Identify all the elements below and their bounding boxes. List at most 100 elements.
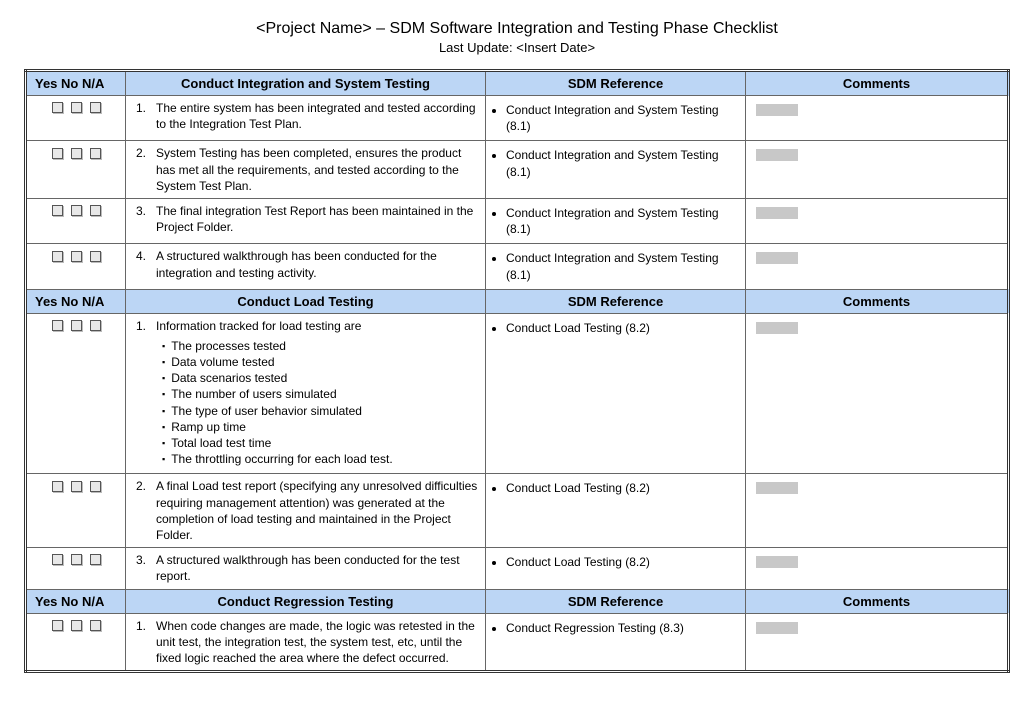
task-subitem: The number of users simulated [162,386,479,402]
table-row: 1.When code changes are made, the logic … [26,613,1009,672]
table-row: 3. The final integration Test Report has … [26,198,1009,243]
na-checkbox[interactable] [90,481,101,492]
yes-checkbox[interactable] [52,205,63,216]
comment-placeholder [756,322,798,334]
comment-placeholder [756,556,798,568]
task-text: Information tracked for load testing are… [156,318,479,470]
table-row: 1. The entire system has been integrated … [26,96,1009,141]
comment-placeholder [756,207,798,219]
yes-checkbox[interactable] [52,148,63,159]
task-number: 3. [132,203,146,235]
yes-checkbox[interactable] [52,320,63,331]
comments-cell[interactable] [746,244,1009,289]
no-checkbox[interactable] [71,251,82,262]
comments-cell[interactable] [746,141,1009,199]
comments-cell[interactable] [746,96,1009,141]
comments-cell[interactable] [746,474,1009,548]
task-cell: 3.A structured walkthrough has been cond… [126,548,486,589]
comments-cell[interactable] [746,548,1009,589]
yes-no-na-cell [26,96,126,141]
task-subitem: Data volume tested [162,354,479,370]
no-checkbox[interactable] [71,620,82,631]
task-cell: 1.When code changes are made, the logic … [126,613,486,672]
task-number: 4. [132,248,146,280]
table-row: 1.Information tracked for load testing a… [26,313,1009,474]
task-cell: 1.Information tracked for load testing a… [126,313,486,474]
reference-item: Conduct Load Testing (8.2) [506,320,739,336]
reference-item: Conduct Load Testing (8.2) [506,480,739,496]
col-header-comments: Comments [746,589,1009,613]
no-checkbox[interactable] [71,148,82,159]
col-header-task: Conduct Integration and System Testing [126,71,486,96]
task-number: 3. [132,552,146,584]
comment-placeholder [756,482,798,494]
comment-placeholder [756,622,798,634]
na-checkbox[interactable] [90,205,101,216]
col-header-comments: Comments [746,71,1009,96]
na-checkbox[interactable] [90,320,101,331]
yes-no-na-cell [26,198,126,243]
no-checkbox[interactable] [71,554,82,565]
task-cell: 2.A final Load test report (specifying a… [126,474,486,548]
task-text: A final Load test report (specifying any… [156,478,479,543]
task-cell: 2.System Testing has been completed, ens… [126,141,486,199]
na-checkbox[interactable] [90,620,101,631]
reference-cell: Conduct Regression Testing (8.3) [486,613,746,672]
no-checkbox[interactable] [71,102,82,113]
task-text: The final integration Test Report has be… [156,203,479,235]
col-header-yn: Yes No N/A [26,589,126,613]
task-number: 2. [132,478,146,543]
yes-no-na-cell [26,474,126,548]
no-checkbox[interactable] [71,320,82,331]
col-header-yn: Yes No N/A [26,71,126,96]
comment-placeholder [756,104,798,116]
comments-cell[interactable] [746,198,1009,243]
yes-checkbox[interactable] [52,102,63,113]
task-subitem: The throttling occurring for each load t… [162,451,479,467]
yes-checkbox[interactable] [52,554,63,565]
task-number: 1. [132,618,146,667]
reference-cell: Conduct Load Testing (8.2) [486,313,746,474]
yes-checkbox[interactable] [52,620,63,631]
col-header-task: Conduct Regression Testing [126,589,486,613]
col-header-comments: Comments [746,289,1009,313]
reference-item: Conduct Integration and System Testing (… [506,147,739,179]
task-sublist: The processes testedData volume testedDa… [162,338,479,468]
table-row: 2.System Testing has been completed, ens… [26,141,1009,199]
task-subitem: Ramp up time [162,419,479,435]
task-text: The entire system has been integrated an… [156,100,479,132]
reference-cell: Conduct Integration and System Testing (… [486,96,746,141]
na-checkbox[interactable] [90,148,101,159]
na-checkbox[interactable] [90,554,101,565]
table-row: 4.A structured walkthrough has been cond… [26,244,1009,289]
task-text: System Testing has been completed, ensur… [156,145,479,194]
comment-placeholder [756,252,798,264]
reference-item: Conduct Integration and System Testing (… [506,102,739,134]
reference-item: Conduct Integration and System Testing (… [506,250,739,282]
yes-checkbox[interactable] [52,481,63,492]
page-title: <Project Name> – SDM Software Integratio… [24,20,1010,38]
task-cell: 3. The final integration Test Report has … [126,198,486,243]
task-text: When code changes are made, the logic wa… [156,618,479,667]
table-row: 2.A final Load test report (specifying a… [26,474,1009,548]
na-checkbox[interactable] [90,102,101,113]
yes-checkbox[interactable] [52,251,63,262]
no-checkbox[interactable] [71,205,82,216]
na-checkbox[interactable] [90,251,101,262]
table-row: 3.A structured walkthrough has been cond… [26,548,1009,589]
comment-placeholder [756,149,798,161]
reference-cell: Conduct Integration and System Testing (… [486,198,746,243]
task-number: 1. [132,318,146,470]
reference-item: Conduct Regression Testing (8.3) [506,620,739,636]
col-header-task: Conduct Load Testing [126,289,486,313]
reference-item: Conduct Integration and System Testing (… [506,205,739,237]
no-checkbox[interactable] [71,481,82,492]
col-header-ref: SDM Reference [486,289,746,313]
task-cell: 1. The entire system has been integrated … [126,96,486,141]
col-header-ref: SDM Reference [486,71,746,96]
comments-cell[interactable] [746,613,1009,672]
comments-cell[interactable] [746,313,1009,474]
reference-cell: Conduct Integration and System Testing (… [486,244,746,289]
task-number: 1. [132,100,146,132]
page-subtitle: Last Update: <Insert Date> [24,40,1010,55]
